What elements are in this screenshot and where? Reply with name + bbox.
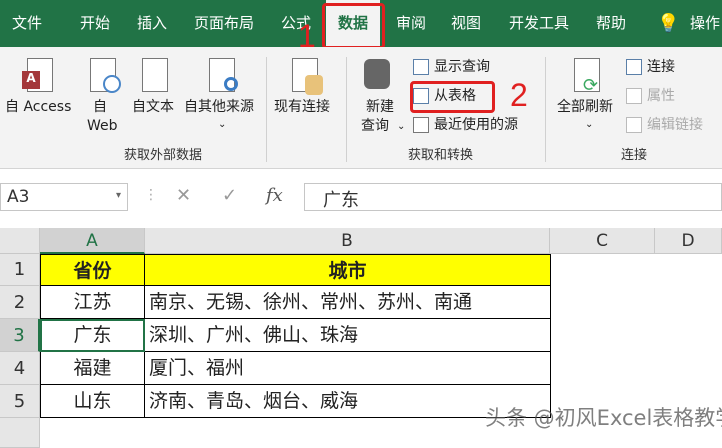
tab-insert[interactable]: 插入 [137, 0, 167, 47]
cell-a1[interactable]: 省份 [40, 254, 145, 286]
lightbulb-icon[interactable]: 💡 [657, 0, 679, 47]
enter-icon[interactable]: ✓ [222, 185, 237, 206]
edit-links-button[interactable]: 编辑链接 [626, 114, 703, 134]
separator [266, 57, 267, 162]
tab-view[interactable]: 视图 [451, 0, 481, 47]
from-web-label-2: Web [87, 118, 118, 134]
chevron-down-icon[interactable]: ▾ [116, 190, 121, 201]
row-header[interactable]: 1 [0, 254, 40, 286]
tab-tell-me[interactable]: 操作 [690, 0, 720, 47]
connections-label: 连接 [647, 59, 675, 75]
row-header[interactable]: 4 [0, 352, 40, 385]
cancel-icon[interactable]: ✕ [176, 185, 191, 206]
tab-home[interactable]: 开始 [80, 0, 110, 47]
properties-label: 属性 [647, 88, 675, 104]
new-query-label-2: 查询 [361, 118, 389, 134]
tab-developer[interactable]: 开发工具 [509, 0, 569, 47]
existing-connections-label: 现有连接 [274, 99, 330, 115]
connections-button[interactable]: 连接 [626, 56, 675, 76]
connector-icon [224, 77, 238, 91]
chevron-down-icon: ⌄ [218, 119, 227, 130]
row-header[interactable]: 5 [0, 385, 40, 418]
name-box-value: A3 [7, 187, 30, 207]
column-header-a[interactable]: A [40, 228, 145, 254]
formula-bar: A3 ▾ ⋮ ✕ ✓ fx 广东 [0, 169, 722, 219]
tab-review[interactable]: 审阅 [396, 0, 426, 47]
annotation-box-from-table [410, 81, 495, 113]
recent-sources-icon [413, 117, 429, 133]
cell-b4[interactable]: 厦门、福州 [145, 352, 551, 385]
chevron-down-icon: ⌄ [585, 119, 594, 130]
text-file-icon [142, 58, 168, 92]
group-label-get-transform: 获取和转换 [408, 148, 474, 163]
separator [346, 57, 347, 162]
properties-icon [626, 88, 642, 104]
annotation-box-data-tab [322, 3, 385, 49]
group-label-get-external-data: 获取外部数据 [124, 148, 203, 163]
refresh-icon: ⟳ [583, 75, 599, 96]
cell-a3[interactable]: 广东 [40, 319, 145, 352]
cell-b3[interactable]: 深圳、广州、佛山、珠海 [145, 319, 551, 352]
database-icon [305, 75, 323, 95]
chevron-down-icon: ⌄ [397, 121, 406, 132]
from-text-label: 自文本 [132, 99, 174, 115]
web-icon [90, 58, 121, 93]
formula-value: 广东 [323, 190, 359, 211]
new-query-label: 新建 [366, 99, 394, 115]
from-access-label: 自 Access [5, 99, 72, 115]
cell-a4[interactable]: 福建 [40, 352, 145, 385]
cell-b1[interactable]: 城市 [145, 254, 551, 286]
annotation-step-2: 2 [510, 77, 528, 113]
edit-links-label: 编辑链接 [647, 117, 703, 133]
show-queries-label: 显示查询 [434, 59, 490, 75]
ribbon: A 自 Access 自 Web 自文本 自其他来源 ⌄ 现有连接 获取外部数据… [0, 47, 722, 169]
group-label-connections: 连接 [621, 148, 648, 163]
access-logo-icon: A [22, 71, 40, 89]
formula-input[interactable]: 广东 [304, 183, 722, 211]
new-query-icon [364, 59, 390, 89]
row-header[interactable] [0, 418, 40, 448]
recent-sources-button[interactable]: 最近使用的源 [413, 114, 518, 134]
cell-a5[interactable]: 山东 [40, 385, 145, 418]
existing-connections-icon [292, 58, 323, 95]
row-header[interactable]: 2 [0, 286, 40, 319]
name-box[interactable]: A3 ▾ [0, 183, 128, 211]
insert-function-icon[interactable]: fx [266, 185, 283, 206]
tab-file[interactable]: 文件 [12, 0, 42, 47]
cell-a2[interactable]: 江苏 [40, 286, 145, 319]
tab-page-layout[interactable]: 页面布局 [194, 0, 254, 47]
from-web-label: 自 [93, 99, 107, 115]
more-icon: ⋮ [144, 187, 158, 203]
tab-help[interactable]: 帮助 [596, 0, 626, 47]
select-all-corner[interactable] [0, 228, 40, 254]
row-header[interactable]: 3 [0, 319, 40, 352]
column-header-c[interactable]: C [550, 228, 655, 254]
edit-links-icon [626, 117, 642, 133]
column-header-d[interactable]: D [655, 228, 722, 254]
column-header-b[interactable]: B [145, 228, 550, 254]
recent-sources-label: 最近使用的源 [434, 117, 518, 133]
show-queries-icon [413, 59, 429, 75]
cell-b2[interactable]: 南京、无锡、徐州、常州、苏州、南通 [145, 286, 551, 319]
other-sources-icon [209, 58, 238, 92]
separator [545, 57, 546, 162]
refresh-all-icon: ⟳ [574, 58, 600, 96]
access-icon: A [22, 58, 53, 92]
connections-icon [626, 59, 642, 75]
globe-icon [103, 75, 121, 93]
properties-button[interactable]: 属性 [626, 85, 675, 105]
watermark: 头条 @初风Excel表格教学 [485, 406, 722, 430]
show-queries-button[interactable]: 显示查询 [413, 56, 490, 76]
